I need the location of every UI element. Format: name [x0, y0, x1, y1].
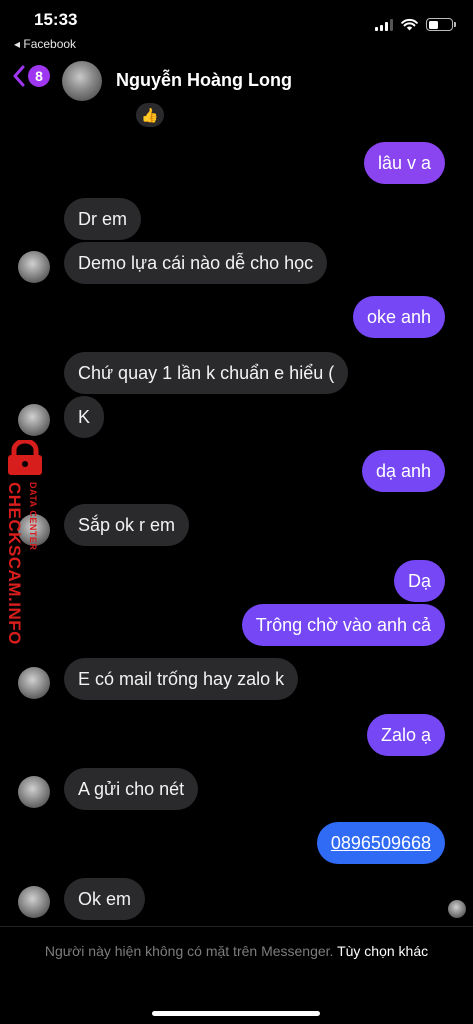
- message-incoming[interactable]: Ok em: [64, 878, 146, 920]
- thumbs-up-reaction-icon[interactable]: 👍: [136, 103, 164, 127]
- back-button[interactable]: 8: [12, 65, 50, 87]
- footer-notice: Người này hiện không có mặt trên Messeng…: [44, 943, 334, 959]
- sender-avatar: [18, 667, 50, 699]
- wifi-icon: [401, 18, 418, 31]
- message-outgoing[interactable]: Trông chờ vào anh cả: [241, 604, 445, 646]
- watermark-subtitle: DATA CENTER: [28, 482, 38, 551]
- contact-avatar[interactable]: [62, 61, 102, 101]
- status-icons: [375, 18, 456, 31]
- footer-notice-block: Người này hiện không có mặt trên Messeng…: [40, 941, 433, 962]
- cellular-signal-icon: [375, 18, 393, 31]
- seen-indicator-avatar: [448, 900, 466, 918]
- message-incoming[interactable]: Sắp ok r em: [64, 504, 190, 546]
- sender-avatar: [18, 776, 50, 808]
- watermark: CHECKSCAM.INFO DATA CENTER: [0, 440, 56, 670]
- sender-avatar: [18, 251, 50, 283]
- status-time: 15:33: [34, 10, 78, 29]
- chat-header: 8 Nguyễn Hoàng Long: [0, 55, 473, 105]
- chevron-left-icon: [13, 65, 25, 87]
- more-options-link[interactable]: Tùy chọn khác: [337, 943, 428, 959]
- watermark-brand: CHECKSCAM.INFO: [5, 482, 24, 645]
- message-outgoing[interactable]: dạ anh: [361, 450, 445, 492]
- lock-icon: [8, 440, 42, 475]
- phone-number-link[interactable]: 0896509668: [316, 822, 445, 864]
- message-incoming[interactable]: K: [64, 396, 105, 438]
- sender-avatar: [18, 404, 50, 436]
- message-incoming[interactable]: Dr em: [64, 198, 141, 240]
- message-incoming[interactable]: Demo lựa cái nào dễ cho học: [64, 242, 328, 284]
- composer-unavailable-footer: Người này hiện không có mặt trên Messeng…: [0, 926, 473, 1024]
- message-incoming[interactable]: E có mail trống hay zalo k: [64, 658, 299, 700]
- status-bar: 15:33 ◂ Facebook: [0, 0, 473, 52]
- message-outgoing[interactable]: Zalo ạ: [366, 714, 445, 756]
- message-list[interactable]: 👍 lâu v a Dr em Demo lựa cái nào dễ cho …: [0, 100, 473, 930]
- battery-icon: [426, 18, 456, 31]
- message-outgoing[interactable]: lâu v a: [363, 142, 445, 184]
- message-incoming[interactable]: A gửi cho nét: [64, 768, 199, 810]
- message-incoming[interactable]: Chứ quay 1 lần k chuẩn e hiểu (: [64, 352, 349, 394]
- unread-badge: 8: [28, 65, 50, 87]
- message-outgoing[interactable]: oke anh: [352, 296, 445, 338]
- home-indicator[interactable]: [152, 1011, 320, 1016]
- sender-avatar: [18, 886, 50, 918]
- message-outgoing[interactable]: Dạ: [393, 560, 445, 602]
- back-to-facebook-link[interactable]: ◂ Facebook: [14, 37, 76, 51]
- contact-name[interactable]: Nguyễn Hoàng Long: [116, 70, 292, 91]
